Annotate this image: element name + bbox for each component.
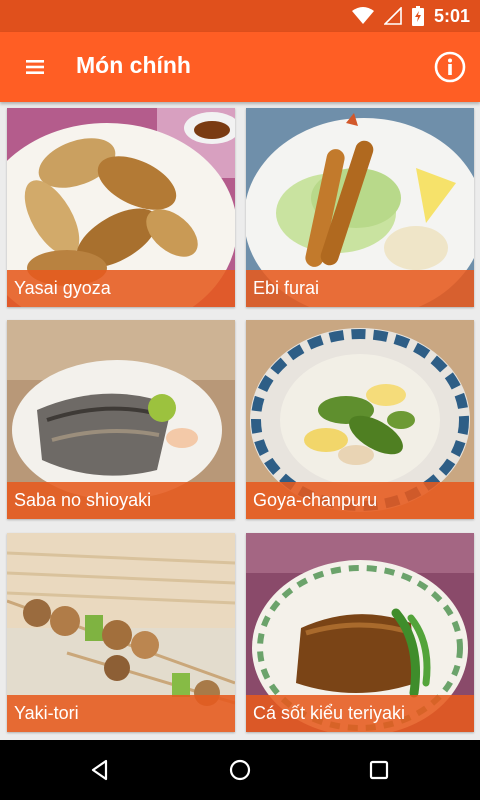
navigation-bar [0,740,480,800]
page-title: Món chính [76,52,191,78]
info-button[interactable] [432,49,468,85]
dish-label: Yaki-tori [7,695,235,732]
home-icon [229,759,251,781]
app-bar: Món chính [0,32,480,102]
dish-card-ca-sot-kieu-teriyaki[interactable]: Cá sốt kiểu teriyaki [246,533,474,732]
dish-label: Goya-chanpuru [246,482,474,519]
recents-button[interactable] [361,752,397,788]
recents-icon [369,760,389,780]
status-bar: 5:01 [0,0,480,32]
dish-card-goya-chanpuru[interactable]: Goya-chanpuru [246,320,474,519]
dish-card-saba-no-shioyaki[interactable]: Saba no shioyaki [7,320,235,519]
dish-label: Saba no shioyaki [7,482,235,519]
wifi-icon [351,7,374,24]
dish-card-yasai-gyoza[interactable]: Yasai gyoza [7,108,235,307]
back-button[interactable] [82,752,118,788]
dish-card-ebi-furai[interactable]: Ebi furai [246,108,474,307]
info-icon [434,51,466,83]
dish-label: Cá sốt kiểu teriyaki [246,695,474,732]
status-time: 5:01 [433,5,470,26]
dish-label: Ebi furai [246,270,474,307]
dish-grid: Yasai gyoza Ebi furai Saba no shioyaki G… [0,102,480,740]
back-icon [91,759,108,781]
dish-card-yaki-tori[interactable]: Yaki-tori [7,533,235,732]
dish-label: Yasai gyoza [7,270,235,307]
menu-button[interactable] [18,50,52,84]
hamburger-menu-icon [26,60,44,74]
home-button[interactable] [222,752,258,788]
status-icons: 5:01 [351,4,470,28]
cell-signal-icon [383,7,402,25]
battery-charging-icon [411,6,424,26]
